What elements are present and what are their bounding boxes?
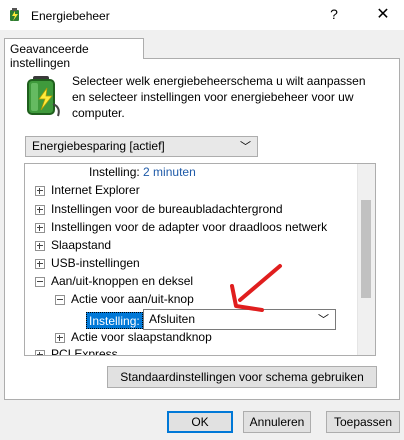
tab-advanced-settings[interactable]: Geavanceerde instellingen [4,38,144,70]
expand-icon[interactable] [35,185,45,196]
tree-setting-value-link[interactable]: 2 minuten [143,165,196,179]
tree-item[interactable]: PCI Express [35,345,118,356]
chevron-down-icon: ﹀ [240,141,251,153]
tree-item[interactable]: Internet Explorer [35,181,140,199]
cancel-button[interactable]: Annuleren [243,411,311,433]
tree-item-label: USB-instellingen [51,256,140,270]
chevron-down-icon: ﹀ [318,314,329,326]
tree-item[interactable]: Instellingen voor de bureaubladachtergro… [35,200,283,218]
tree-item[interactable]: Instellingen voor de adapter voor draadl… [35,218,327,236]
power-scheme-select[interactable]: Energiebesparing [actief] ﹀ [25,136,258,157]
tree-scrollbar[interactable] [357,164,375,355]
collapse-icon[interactable] [35,276,45,287]
power-scheme-value: Energiebesparing [actief] [32,139,165,153]
collapse-icon[interactable] [55,294,65,305]
tree-subitem[interactable]: Actie voor aan/uit-knop [55,290,194,308]
intro-text: Selecteer welk energiebeheerschema u wil… [72,74,366,120]
tree-setting-label: Instelling: [89,165,140,179]
selected-setting-label[interactable]: Instelling: [86,312,143,329]
restore-defaults-button[interactable]: Standaardinstellingen voor schema gebrui… [107,366,377,388]
ok-button[interactable]: OK [167,411,233,433]
help-button[interactable]: ? [326,6,342,22]
tree-item-label: Instellingen voor de bureaubladachtergro… [51,202,283,216]
tree-item-label: PCI Express [51,347,118,356]
tree-item[interactable]: Aan/uit-knoppen en deksel [35,272,193,290]
close-button[interactable]: ✕ [372,5,394,25]
tree-item-label: Internet Explorer [51,183,140,197]
power-button-action-value: Afsluiten [149,312,196,326]
window-title: Energiebeheer [31,9,110,23]
expand-icon[interactable] [35,204,45,215]
expand-icon[interactable] [35,258,45,269]
title-bar: Energiebeheer ? ✕ [0,0,404,30]
tree-item-label: Slaapstand [51,238,112,252]
battery-icon [25,74,63,118]
tree-item[interactable]: USB-instellingen [35,254,140,272]
power-button-action-select[interactable]: Afsluiten ﹀ [143,309,336,330]
expand-icon[interactable] [35,222,45,233]
expand-icon[interactable] [35,240,45,251]
tree-subitem[interactable]: Actie voor slaapstandknop [55,328,212,346]
power-options-icon [7,7,23,23]
tree-item-label: Instellingen voor de adapter voor draadl… [51,220,328,234]
tree-subitem-label: Actie voor aan/uit-knop [71,292,194,306]
tree-item-label: Aan/uit-knoppen en deksel [51,274,194,288]
expand-icon[interactable] [35,349,45,355]
apply-button[interactable]: Toepassen [326,411,400,433]
tree-setting-row: Instelling: 2 minuten [89,164,196,181]
expand-icon[interactable] [55,332,65,343]
tree-item[interactable]: Slaapstand [35,236,111,254]
tree-subitem-label: Actie voor slaapstandknop [71,330,212,344]
scrollbar-thumb[interactable] [361,200,371,298]
